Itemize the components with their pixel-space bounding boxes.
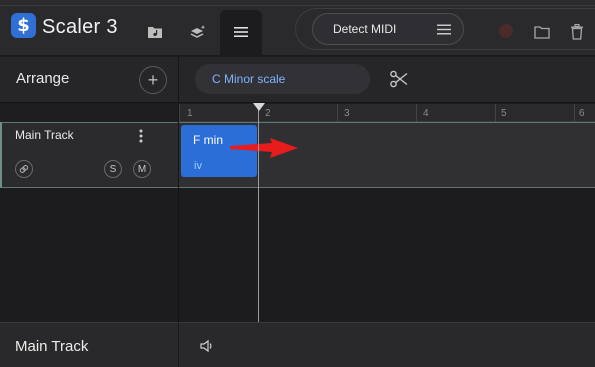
folder-music-icon[interactable] bbox=[141, 18, 169, 46]
track-name: Main Track bbox=[15, 128, 74, 142]
link-icon[interactable] bbox=[15, 160, 33, 178]
detect-midi-button[interactable]: Detect MIDI bbox=[312, 13, 464, 45]
bottom-track-title: Main Track bbox=[15, 338, 89, 355]
timeline-ruler[interactable]: 1 2 3 4 5 6 bbox=[179, 104, 595, 122]
ruler-spacer bbox=[0, 104, 179, 122]
ruler-tick bbox=[416, 104, 417, 122]
scale-selector[interactable]: C Minor scale bbox=[195, 64, 370, 94]
chord-name: F min bbox=[193, 133, 223, 147]
ruler-tick bbox=[495, 104, 496, 122]
record-dot-icon[interactable] bbox=[499, 24, 513, 38]
ruler-bar-number: 1 bbox=[187, 108, 193, 119]
playhead-handle[interactable] bbox=[253, 103, 265, 111]
more-options-icon[interactable] bbox=[134, 126, 148, 146]
solo-button[interactable]: S bbox=[104, 160, 122, 178]
ruler-bar-number: 3 bbox=[344, 108, 350, 119]
mute-button[interactable]: M bbox=[133, 160, 151, 178]
app-title: Scaler 3 bbox=[42, 16, 118, 38]
add-track-button[interactable]: + bbox=[139, 66, 167, 94]
ruler-tick bbox=[574, 104, 575, 122]
logo-glyph: $ bbox=[17, 15, 30, 36]
ruler-bar-number: 2 bbox=[265, 108, 271, 119]
hamburger-icon bbox=[437, 24, 451, 34]
ruler-bar-number: 4 bbox=[423, 108, 429, 119]
annotation-arrow-icon bbox=[230, 138, 298, 158]
app-logo-icon: $ bbox=[11, 13, 36, 38]
bottom-panel bbox=[0, 322, 595, 367]
speaker-icon[interactable] bbox=[199, 338, 215, 354]
arrange-empty-area[interactable] bbox=[0, 188, 595, 322]
folder-icon[interactable] bbox=[528, 18, 556, 46]
bottom-divider bbox=[178, 322, 179, 367]
chord-roman-numeral: iv bbox=[194, 160, 202, 172]
scale-label: C Minor scale bbox=[212, 72, 286, 86]
scissors-icon[interactable] bbox=[387, 66, 411, 92]
arrange-label: Arrange bbox=[16, 70, 70, 87]
trash-icon[interactable] bbox=[563, 18, 591, 46]
menu-lines-icon[interactable] bbox=[227, 18, 255, 46]
ruler-tick bbox=[337, 104, 338, 122]
playhead[interactable] bbox=[258, 104, 259, 322]
lane-divider bbox=[178, 104, 179, 322]
layers-sparkle-icon[interactable] bbox=[184, 18, 212, 46]
ruler-bar-number: 5 bbox=[501, 108, 507, 119]
detect-midi-label: Detect MIDI bbox=[333, 22, 397, 36]
ruler-tick bbox=[179, 104, 180, 122]
toolbar-divider bbox=[178, 57, 179, 103]
ruler-bar-number: 6 bbox=[579, 108, 585, 119]
